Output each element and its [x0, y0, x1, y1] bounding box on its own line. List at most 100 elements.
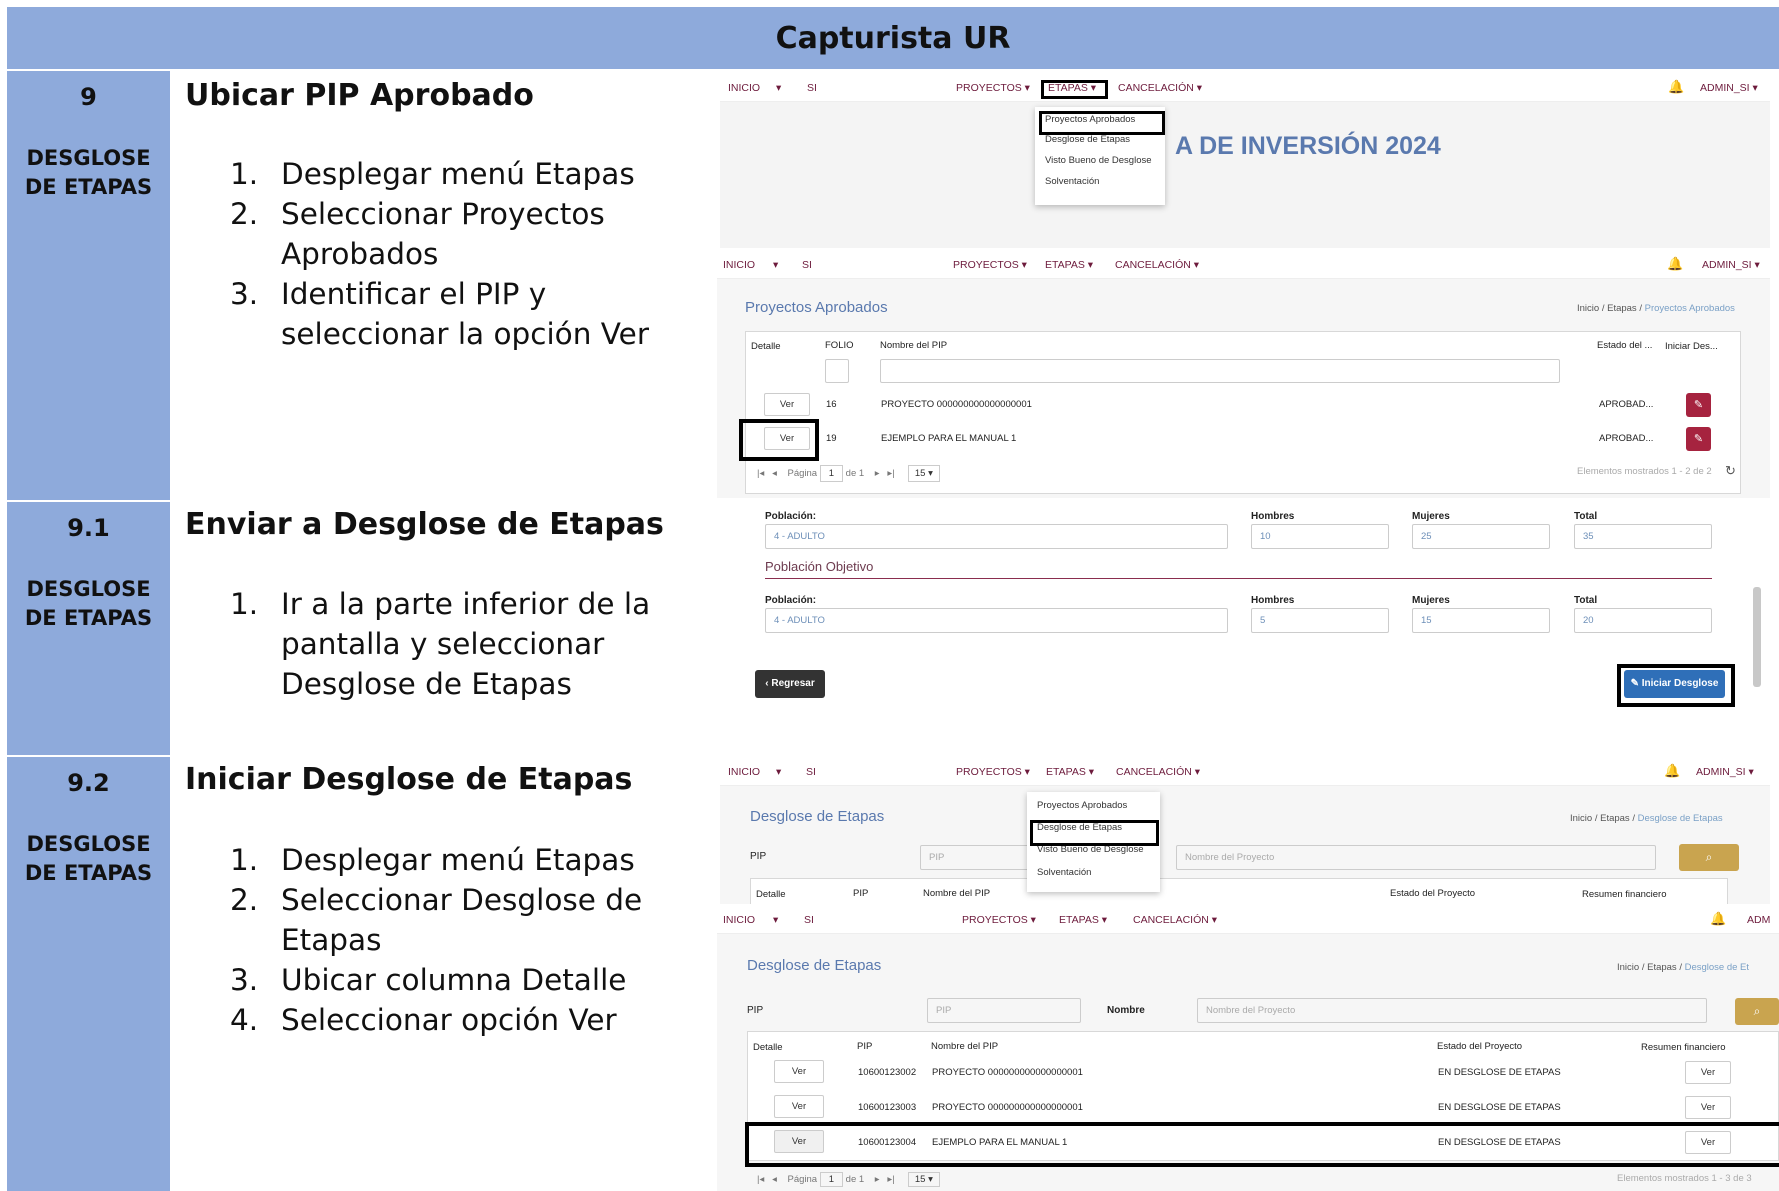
section-9-label: 9 DESGLOSE DE ETAPAS — [7, 71, 170, 500]
refresh-icon[interactable]: ↻ — [1725, 463, 1736, 479]
menu-item-solventacion[interactable]: Solventación — [1045, 176, 1099, 187]
nav-proyectos[interactable]: PROYECTOS ▾ — [956, 82, 1030, 94]
nav-cancelacion[interactable]: CANCELACIÓN ▾ — [1118, 82, 1202, 94]
poblacion-field[interactable]: 4 - ADULTO — [765, 608, 1228, 633]
column-header[interactable]: PIP — [857, 1041, 872, 1052]
mujeres-field[interactable]: 25 — [1412, 524, 1550, 549]
mujeres-field[interactable]: 15 — [1412, 608, 1550, 633]
nav-cancelacion[interactable]: CANCELACIÓN ▾ — [1115, 259, 1199, 271]
nav-proyectos[interactable]: PROYECTOS ▾ — [956, 766, 1030, 778]
column-header[interactable]: Resumen financiero — [1582, 889, 1667, 900]
nav-etapas[interactable]: ETAPAS ▾ — [1045, 259, 1093, 271]
nombre-search-input[interactable]: Nombre del Proyecto — [1176, 845, 1656, 870]
column-header[interactable]: Detalle — [753, 1042, 783, 1053]
column-header[interactable]: Detalle — [751, 341, 781, 352]
step-text: Desplegar menú Etapas — [281, 843, 635, 877]
nav-inicio[interactable]: INICIO — [728, 766, 760, 778]
nav-proyectos[interactable]: PROYECTOS ▾ — [962, 914, 1036, 926]
page-size-select[interactable]: 15 ▾ — [907, 1172, 940, 1187]
menu-item-visto-bueno[interactable]: Visto Bueno de Desglose — [1045, 155, 1152, 166]
nav-si[interactable]: SI — [806, 766, 816, 778]
nav-etapas[interactable]: ETAPAS ▾ — [1059, 914, 1107, 926]
pip-search-input[interactable]: PIP — [927, 998, 1081, 1023]
column-header[interactable]: Detalle — [756, 889, 786, 900]
total-field[interactable]: 20 — [1574, 608, 1712, 633]
bell-icon[interactable]: 🔔 — [1667, 256, 1683, 272]
next-page-icon[interactable]: ▸ ▸| — [875, 468, 895, 479]
nav-inicio[interactable]: INICIO — [723, 914, 755, 926]
breadcrumb-inicio[interactable]: Inicio — [1570, 813, 1592, 824]
ver-button[interactable]: Ver — [774, 1060, 824, 1083]
bell-icon[interactable]: 🔔 — [1668, 79, 1684, 95]
first-page-icon[interactable]: |◂ ◂ — [757, 468, 777, 479]
menu-item-solventacion[interactable]: Solventación — [1037, 867, 1091, 878]
pencil-icon[interactable]: ✎ — [1686, 393, 1711, 417]
nombre-cell: PROYECTO 000000000000000001 — [932, 1102, 1083, 1113]
poblacion-label: Población: — [765, 595, 817, 606]
nav-cancelacion[interactable]: CANCELACIÓN ▾ — [1133, 914, 1217, 926]
chevron-down-icon[interactable]: ▾ — [776, 82, 781, 94]
page-input[interactable]: 1 — [819, 1172, 844, 1187]
nav-si[interactable]: SI — [807, 82, 817, 94]
breadcrumb-etapas[interactable]: Etapas — [1607, 303, 1637, 314]
column-header[interactable]: PIP — [853, 888, 868, 899]
nombre-search-input[interactable]: Nombre del Proyecto — [1197, 998, 1707, 1023]
chevron-down-icon[interactable]: ▾ — [773, 259, 778, 271]
next-page-icon[interactable]: ▸ ▸| — [875, 1174, 895, 1185]
bell-icon[interactable]: 🔔 — [1710, 911, 1726, 927]
breadcrumb-inicio[interactable]: Inicio — [1617, 962, 1639, 973]
nav-si[interactable]: SI — [802, 259, 812, 271]
nav-si[interactable]: SI — [804, 914, 814, 926]
bell-icon[interactable]: 🔔 — [1664, 763, 1680, 779]
proyectos-aprobados-highlight — [1039, 111, 1165, 135]
regresar-button[interactable]: ‹ Regresar — [755, 670, 825, 698]
step-number: 2. — [230, 883, 259, 917]
ver-button[interactable]: Ver — [774, 1095, 824, 1118]
pip-search-input[interactable]: PIP — [920, 845, 1040, 870]
nav-inicio[interactable]: INICIO — [723, 259, 755, 271]
column-header[interactable]: FOLIO — [825, 340, 854, 351]
pip-label: PIP — [750, 851, 767, 862]
nav-admin[interactable]: ADMIN_SI ▾ — [1696, 766, 1754, 778]
breadcrumb-etapas[interactable]: Etapas — [1600, 813, 1630, 824]
pencil-icon[interactable]: ✎ — [1686, 427, 1711, 451]
column-header[interactable]: Estado del Proyecto — [1390, 888, 1475, 899]
first-page-icon[interactable]: |◂ ◂ — [757, 1174, 777, 1185]
breadcrumb-inicio[interactable]: Inicio — [1577, 303, 1599, 314]
column-header[interactable]: Resumen financiero — [1641, 1042, 1726, 1053]
total-field[interactable]: 35 — [1574, 524, 1712, 549]
ver-button[interactable]: Ver — [764, 393, 810, 416]
nombre-filter[interactable] — [880, 359, 1560, 383]
column-header[interactable]: Nombre del PIP — [880, 340, 947, 351]
search-icon[interactable]: ⌕ — [1679, 844, 1739, 871]
nav-etapas[interactable]: ETAPAS ▾ — [1046, 766, 1094, 778]
folio-filter[interactable] — [825, 359, 849, 383]
chevron-down-icon[interactable]: ▾ — [776, 766, 781, 778]
column-header[interactable]: Estado del Proyecto — [1437, 1041, 1522, 1052]
search-icon[interactable]: ⌕ — [1735, 998, 1779, 1025]
hombres-field[interactable]: 10 — [1251, 524, 1389, 549]
hombres-field[interactable]: 5 — [1251, 608, 1389, 633]
column-header[interactable]: Estado del ... — [1597, 340, 1652, 351]
menu-item-proyectos-aprobados[interactable]: Proyectos Aprobados — [1037, 800, 1127, 811]
column-header[interactable]: Nombre del PIP — [931, 1041, 998, 1052]
chevron-down-icon[interactable]: ▾ — [773, 914, 778, 926]
column-header[interactable]: Nombre del PIP — [923, 888, 990, 899]
nav-admin[interactable]: ADMIN_SI ▾ — [1700, 82, 1758, 94]
breadcrumb-etapas[interactable]: Etapas — [1647, 962, 1677, 973]
resumen-ver-button[interactable]: Ver — [1685, 1096, 1731, 1119]
poblacion-field[interactable]: 4 - ADULTO — [765, 524, 1228, 549]
menu-item-desglose[interactable]: Desglose de Etapas — [1045, 134, 1130, 145]
nav-proyectos[interactable]: PROYECTOS ▾ — [953, 259, 1027, 271]
screenshot-etapas-menu: INICIO ▾ SI PROYECTOS ▾ ETAPAS ▾ CANCELA… — [720, 74, 1770, 248]
nav-admin[interactable]: ADM — [1747, 914, 1770, 926]
page-size-select[interactable]: 15 ▾ — [907, 465, 940, 482]
scrollbar[interactable] — [1753, 587, 1761, 687]
nav-inicio[interactable]: INICIO — [728, 82, 760, 94]
nav-admin[interactable]: ADMIN_SI ▾ — [1702, 259, 1760, 271]
resumen-ver-button[interactable]: Ver — [1685, 1061, 1731, 1084]
nav-cancelacion[interactable]: CANCELACIÓN ▾ — [1116, 766, 1200, 778]
page-input[interactable]: 1 — [819, 465, 844, 482]
divider — [765, 578, 1712, 579]
column-header[interactable]: Iniciar Des... — [1665, 341, 1718, 352]
